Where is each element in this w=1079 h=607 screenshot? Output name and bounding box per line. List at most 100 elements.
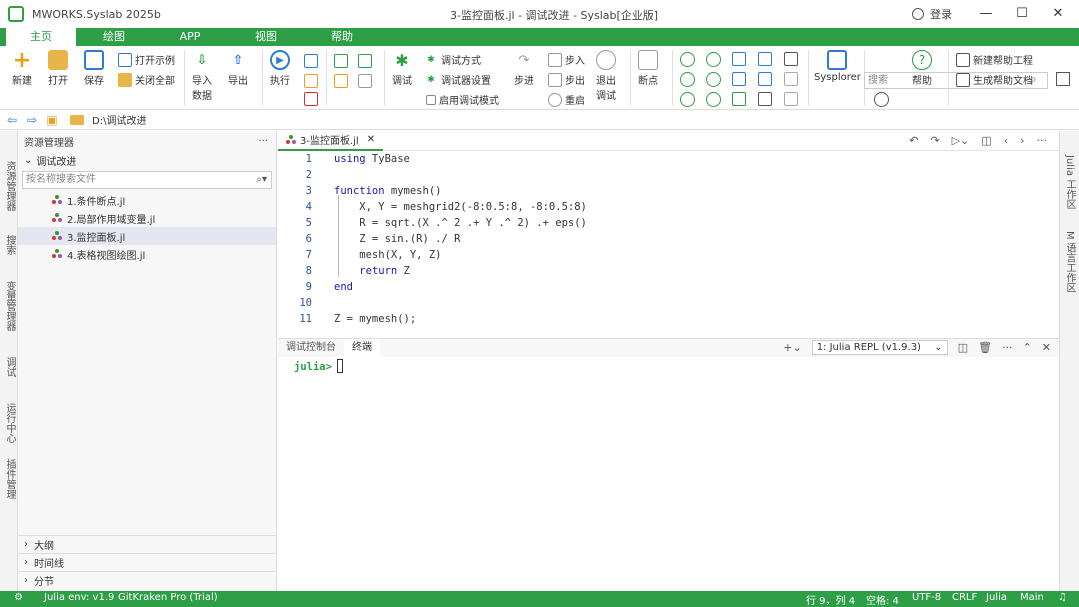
list-icon[interactable] — [784, 52, 798, 66]
nav-forward-icon[interactable] — [706, 52, 721, 67]
run-section-icon[interactable] — [304, 54, 318, 68]
zoom-out-icon[interactable] — [706, 92, 721, 107]
restart-button[interactable]: 重启 — [548, 92, 585, 107]
tab-debug-console[interactable]: 调试控制台 — [278, 339, 344, 357]
run-file-icon[interactable]: ▷⌄ — [952, 134, 970, 147]
debug-with-button[interactable]: ✱ 调试方式 — [424, 52, 481, 68]
more-icon[interactable]: ··· — [1037, 134, 1048, 147]
add-icon[interactable] — [680, 72, 695, 87]
list-item[interactable]: 3.监控面板.jl — [18, 227, 276, 245]
bookmark-next-icon[interactable] — [732, 72, 746, 86]
tab-help[interactable]: 帮助 — [304, 28, 380, 46]
notification-icon[interactable]: ♫ — [1058, 592, 1067, 603]
tab-home[interactable]: 主页 — [6, 28, 76, 46]
close-icon[interactable]: ✕ — [367, 134, 375, 145]
step-in-button[interactable]: 步入 — [548, 52, 585, 67]
arrow-left-icon[interactable]: ⇦ — [4, 113, 20, 127]
m-workspace-tab[interactable]: M 语言工作区 — [1062, 231, 1077, 293]
format-icon[interactable] — [334, 54, 348, 68]
cursor-position[interactable]: 行 9，列 4 — [806, 592, 855, 607]
list-item[interactable]: 1.条件断点.jl — [18, 191, 276, 209]
minimize-button[interactable]: — — [976, 4, 996, 24]
exit-debug-button[interactable]: 退出 调试 — [596, 50, 616, 102]
help-button[interactable]: ? 帮助 — [912, 50, 932, 87]
close-panel-icon[interactable]: ✕ — [1042, 341, 1051, 354]
split-terminal-icon[interactable]: ◫ — [958, 341, 968, 354]
sysplorer-button[interactable]: Sysplorer — [814, 50, 861, 83]
debugger-settings-button[interactable]: ✱ 调试器设置 — [424, 72, 491, 88]
run-to-cursor-icon[interactable] — [304, 74, 318, 88]
nav-back-icon[interactable] — [680, 52, 695, 67]
gitkraken-status[interactable]: GitKraken Pro (Trial) — [118, 592, 218, 603]
bracket2-icon[interactable] — [784, 92, 798, 106]
step-mode-checkbox[interactable]: 启用调试模式 — [426, 92, 499, 107]
code-area[interactable]: 1 using TyBase 2 3 function mymesh() 4 X, … — [278, 153, 1059, 337]
close-button[interactable]: ✕ — [1048, 4, 1068, 24]
file-search-input[interactable]: 按名称搜索文件 ⌕▾ — [22, 171, 272, 189]
trash-icon[interactable]: 🗑 — [978, 341, 992, 354]
julia-env[interactable]: Julia env: v1.9 — [44, 592, 114, 603]
list-item[interactable]: 4.表格视图绘图.jl — [18, 245, 276, 263]
gen-help-doc-button[interactable]: 生成帮助文档 — [956, 72, 1033, 87]
tab-terminal[interactable]: 终端 — [344, 339, 380, 357]
add-terminal-icon[interactable]: +⌄ — [783, 341, 801, 354]
editor-tab[interactable]: 3-监控面板.jl ✕ — [278, 131, 384, 151]
import-data-button[interactable]: ⇩ 导入 数据 — [192, 50, 212, 103]
outline-section[interactable]: › 大纲 — [18, 535, 277, 553]
gear-icon[interactable] — [874, 92, 889, 107]
redo-icon[interactable]: ↷ — [930, 134, 939, 147]
code-line[interactable]: Z = mymesh(); — [334, 313, 416, 325]
tab-app[interactable]: APP — [152, 28, 228, 46]
more-icon[interactable]: ··· — [1002, 341, 1013, 354]
tab-view[interactable]: 视图 — [228, 28, 304, 46]
comment-icon[interactable] — [358, 54, 372, 68]
bookmark-clear-icon[interactable] — [758, 72, 772, 86]
run-button[interactable]: ▶ 执行 — [270, 50, 290, 87]
tab-plot[interactable]: 绘图 — [76, 28, 152, 46]
activity-variables[interactable]: 变量管理器 — [2, 281, 17, 331]
maximize-panel-icon[interactable]: ⌃ — [1023, 341, 1032, 354]
new-button[interactable]: + 新建 — [12, 48, 32, 88]
indent-status[interactable]: 空格: 4 — [866, 592, 899, 607]
terminal-cursor[interactable] — [337, 359, 343, 373]
zoom-in-icon[interactable] — [680, 92, 695, 107]
debug-button[interactable]: ✱ 调试 — [392, 50, 412, 88]
julia-workspace-tab[interactable]: Julia 工作区 — [1062, 155, 1077, 209]
code-line[interactable]: Z = sin.(R) ./ R — [334, 233, 460, 245]
branch-status[interactable]: Main — [1020, 592, 1044, 603]
sections-section[interactable]: › 分节 — [18, 571, 277, 589]
bookmark-icon[interactable] — [732, 52, 746, 66]
code-line[interactable]: return Z — [334, 265, 410, 277]
more-icon[interactable]: ··· — [258, 136, 268, 147]
activity-search[interactable]: 搜索 — [2, 235, 17, 255]
folder-up-icon[interactable]: ▣ — [44, 113, 60, 127]
bookmark-prev-icon[interactable] — [758, 52, 772, 66]
encoding-status[interactable]: UTF-8 — [912, 592, 941, 603]
table-icon[interactable] — [732, 92, 746, 106]
arrow-right-icon[interactable]: ⇨ — [24, 113, 40, 127]
language-status[interactable]: Julia — [986, 592, 1007, 603]
code-line[interactable]: using TyBase — [334, 153, 410, 165]
code-line[interactable]: X, Y = meshgrid2(-8:0.5:8, -8:0.5:8) — [334, 201, 587, 213]
maximize-button[interactable]: ☐ — [1012, 4, 1032, 24]
remote-icon[interactable]: ⚙ — [14, 592, 23, 603]
split-editor-icon[interactable]: ◫ — [981, 134, 991, 147]
expand-icon[interactable] — [1056, 72, 1070, 86]
step-out-button[interactable]: 步出 — [548, 72, 585, 87]
next-icon[interactable]: › — [1020, 134, 1024, 147]
stop-icon[interactable] — [304, 92, 318, 106]
login-button[interactable]: 登录 — [912, 6, 952, 22]
save-button[interactable]: 保存 — [84, 50, 104, 87]
undo-icon[interactable]: ↶ — [909, 134, 918, 147]
export-button[interactable]: ⇧ 导出 — [228, 50, 248, 88]
activity-debug[interactable]: 调试 — [2, 357, 17, 377]
eol-status[interactable]: CRLF — [952, 592, 977, 603]
outdent-icon[interactable] — [358, 74, 372, 88]
remove-icon[interactable] — [706, 72, 721, 87]
current-path[interactable]: D:\调试改进 — [92, 112, 146, 127]
terminal-select[interactable]: 1: Julia REPL (v1.9.3) ⌄ — [811, 340, 948, 355]
code-line[interactable]: R = sqrt.(X .^ 2 .+ Y .^ 2) .+ eps() — [334, 217, 587, 229]
step-button[interactable]: ↷ 步进 — [514, 50, 534, 88]
breakpoints-button[interactable]: 断点 — [638, 50, 658, 87]
code-line[interactable]: end — [334, 281, 353, 293]
